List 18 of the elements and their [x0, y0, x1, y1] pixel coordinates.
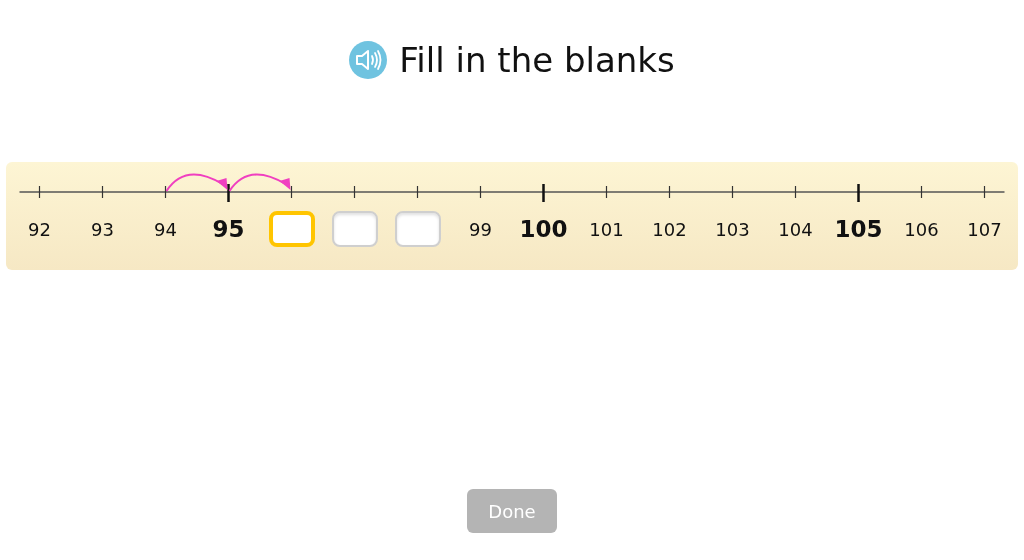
answer-box[interactable]: [268, 211, 315, 247]
number-label: 99: [469, 218, 492, 240]
number-label: 107: [967, 218, 1002, 240]
number-label: 101: [589, 218, 624, 240]
number-label: 100: [519, 216, 568, 242]
answer-box[interactable]: [394, 211, 441, 247]
number-label: 92: [28, 218, 51, 240]
answer-box[interactable]: [331, 211, 378, 247]
number-label: 102: [652, 218, 687, 240]
number-label: 95: [212, 216, 245, 242]
number-label: 104: [778, 218, 813, 240]
number-label: 93: [91, 218, 114, 240]
number-label: 103: [715, 218, 750, 240]
number-label: 106: [904, 218, 939, 240]
page-title: Fill in the blanks: [399, 40, 675, 80]
number-label: 105: [834, 216, 883, 242]
number-label: 94: [154, 218, 177, 240]
speaker-icon[interactable]: [349, 41, 388, 79]
